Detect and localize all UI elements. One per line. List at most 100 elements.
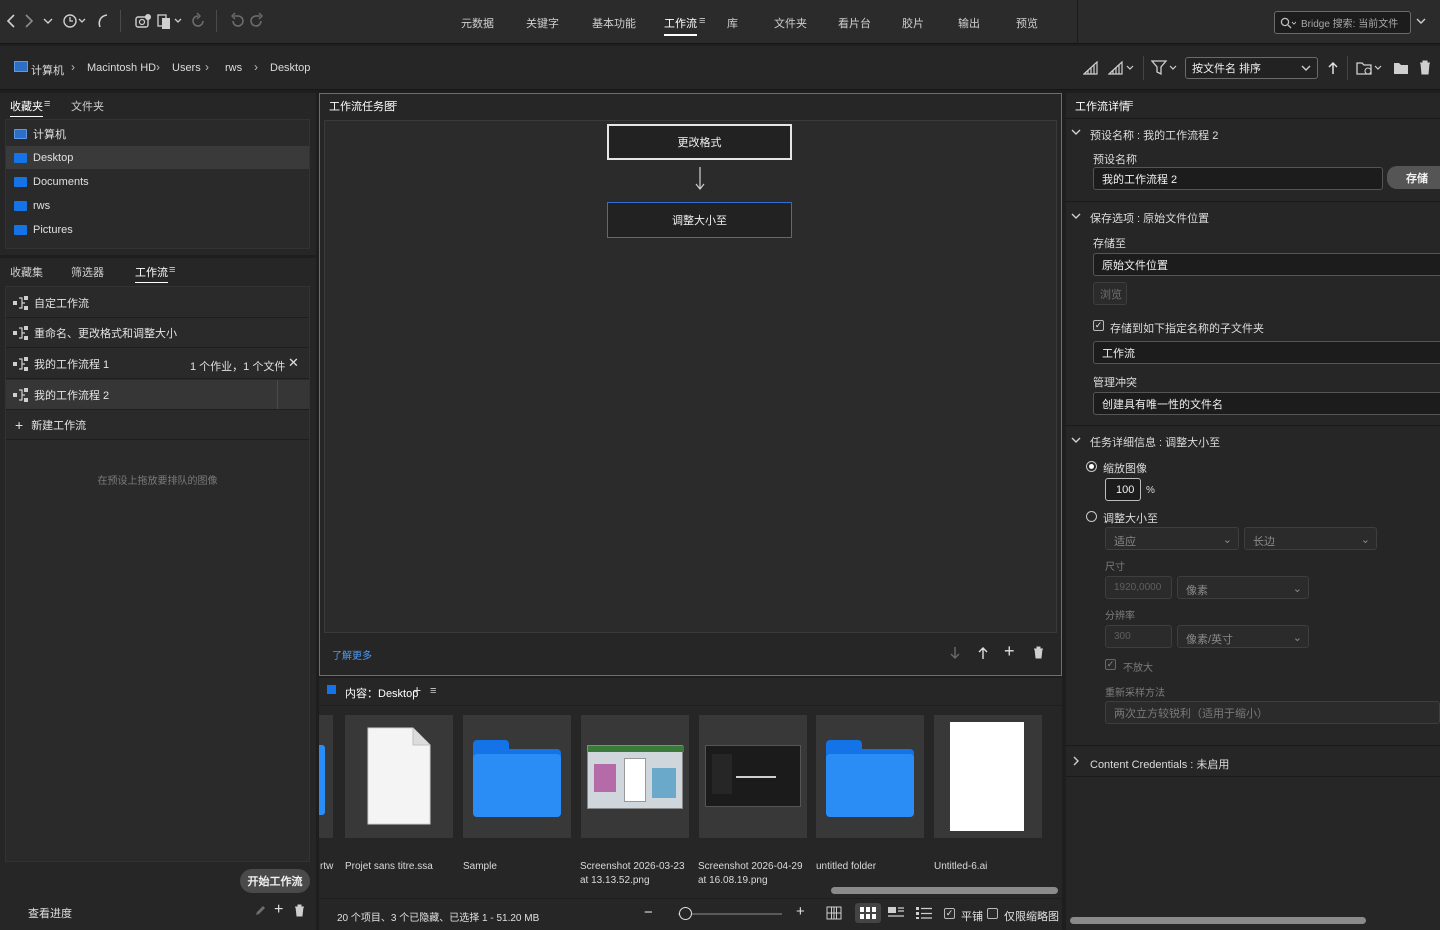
- tab-filmstrip[interactable]: 胶片: [902, 15, 924, 31]
- save-to-dropdown[interactable]: 原始文件位置: [1093, 253, 1440, 276]
- refresh-icon[interactable]: [190, 12, 206, 30]
- breadcrumb-macintosh-hd[interactable]: Macintosh HD: [87, 62, 156, 74]
- chevron-down-icon[interactable]: [43, 12, 53, 30]
- thumbnail-projet-sans-titre[interactable]: [345, 715, 453, 838]
- new-workflow-button[interactable]: + 新建工作流: [6, 410, 309, 440]
- breadcrumb-users[interactable]: Users: [172, 62, 201, 74]
- favorite-documents[interactable]: Documents: [6, 170, 309, 193]
- browse-button[interactable]: 浏览: [1093, 282, 1127, 305]
- tile-checkbox[interactable]: ✓: [944, 908, 955, 919]
- workflow-item-1[interactable]: 我的工作流程 1 1 个作业，1 个文件 ✕: [6, 349, 309, 379]
- content-credentials-header[interactable]: Content Credentials : 未启用: [1090, 756, 1229, 772]
- edge-dropdown[interactable]: 长边 ⌄: [1244, 527, 1377, 550]
- chevron-right-icon[interactable]: [1072, 756, 1080, 766]
- scale-image-radio[interactable]: [1086, 461, 1097, 472]
- zoom-slider-thumb[interactable]: [679, 907, 692, 920]
- preset-section-header[interactable]: 预设名称 : 我的工作流程 2: [1090, 127, 1218, 143]
- favorite-rws[interactable]: rws: [6, 194, 309, 217]
- thumbnail-rtw[interactable]: [319, 715, 333, 838]
- workflow-item-2[interactable]: 我的工作流程 2: [6, 380, 309, 410]
- move-up-icon[interactable]: [978, 646, 988, 660]
- start-workflow-button[interactable]: 开始工作流: [240, 869, 310, 893]
- chevron-down-icon[interactable]: [1071, 436, 1081, 444]
- add-task-icon[interactable]: +: [1004, 641, 1015, 662]
- fit-dropdown[interactable]: 适应 ⌄: [1105, 527, 1239, 550]
- thumbnails-only-checkbox[interactable]: [987, 908, 998, 919]
- copy-files-icon[interactable]: [156, 12, 184, 30]
- learn-more-link[interactable]: 了解更多: [332, 647, 372, 662]
- details-view-icon[interactable]: [888, 907, 904, 919]
- subfolder-name-input[interactable]: 工作流: [1093, 341, 1440, 364]
- open-recent-folder-icon[interactable]: [1356, 59, 1384, 77]
- rating-filter-icon[interactable]: [1108, 60, 1136, 76]
- thumbnail-screenshot-0429[interactable]: [699, 715, 807, 838]
- tab-favorites[interactable]: 收藏夹: [10, 98, 43, 117]
- dimensions-input[interactable]: 1920,0000: [1105, 576, 1172, 599]
- list-view-icon[interactable]: [916, 907, 932, 919]
- tab-workflow[interactable]: 工作流: [664, 15, 697, 36]
- rotate-left-icon[interactable]: [229, 12, 245, 30]
- favorite-computer[interactable]: 计算机: [6, 122, 309, 145]
- tab-collections[interactable]: 收藏集: [10, 264, 43, 280]
- tab-preview[interactable]: 预览: [1016, 15, 1038, 31]
- boomerang-icon[interactable]: [96, 12, 110, 30]
- favorite-pictures[interactable]: Pictures: [6, 218, 309, 241]
- tab-folders-panel[interactable]: 文件夹: [71, 98, 104, 114]
- sort-dropdown[interactable]: 按文件名 排序: [1185, 57, 1318, 79]
- task-node-change-format[interactable]: 更改格式: [607, 124, 792, 160]
- resize-to-radio[interactable]: [1086, 511, 1097, 522]
- tab-filter[interactable]: 筛选器: [71, 264, 104, 280]
- conflict-dropdown[interactable]: 创建具有唯一性的文件名: [1093, 392, 1440, 415]
- view-progress-link[interactable]: 查看进度: [28, 905, 72, 921]
- thumbnail-untitled-6-ai[interactable]: [934, 715, 1042, 838]
- content-scrollbar[interactable]: [831, 887, 1058, 894]
- tab-libraries[interactable]: 库: [727, 15, 738, 31]
- add-icon[interactable]: +: [274, 901, 283, 919]
- delete-task-icon[interactable]: [1033, 646, 1044, 659]
- workflow-item-rename-convert-resize[interactable]: 重命名、更改格式和调整大小: [6, 318, 309, 348]
- task-details-header[interactable]: 任务详细信息 : 调整大小至: [1090, 434, 1220, 450]
- rotate-right-icon[interactable]: [249, 12, 265, 30]
- resolution-input[interactable]: 300: [1105, 625, 1172, 648]
- delete-icon[interactable]: [1418, 59, 1432, 75]
- breadcrumb-desktop[interactable]: Desktop: [270, 62, 310, 74]
- tab-metadata[interactable]: 元数据: [461, 15, 494, 31]
- no-enlarge-checkbox[interactable]: ✓: [1105, 659, 1116, 670]
- resolution-unit-dropdown[interactable]: 像素/英寸 ⌄: [1177, 625, 1309, 648]
- move-down-icon[interactable]: [950, 646, 960, 660]
- zoom-in-icon[interactable]: +: [796, 903, 805, 920]
- chevron-down-icon[interactable]: [1071, 212, 1081, 220]
- delete-icon[interactable]: [294, 904, 305, 917]
- tab-keywords[interactable]: 关键字: [526, 15, 559, 31]
- edit-icon[interactable]: [254, 905, 266, 917]
- favorite-desktop[interactable]: Desktop: [6, 146, 309, 169]
- task-node-resize[interactable]: 调整大小至: [607, 202, 792, 238]
- workspace-menu-icon[interactable]: ≡: [699, 15, 705, 27]
- breadcrumb-computer[interactable]: 计算机: [31, 62, 64, 78]
- tab-light-table[interactable]: 看片台: [838, 15, 871, 31]
- chevron-down-icon[interactable]: [1071, 128, 1081, 136]
- recent-history-icon[interactable]: [62, 12, 88, 30]
- chevron-down-icon[interactable]: [1416, 14, 1426, 28]
- panel-menu-icon[interactable]: ≡: [1127, 98, 1133, 110]
- save-preset-button[interactable]: 存储: [1387, 166, 1440, 189]
- filter-icon[interactable]: [1151, 59, 1179, 77]
- zoom-out-icon[interactable]: −: [644, 904, 653, 921]
- details-scrollbar[interactable]: [1070, 917, 1366, 924]
- camera-download-icon[interactable]: [134, 12, 152, 30]
- scale-percent-input[interactable]: 100: [1105, 478, 1141, 501]
- sort-ascending-icon[interactable]: [1327, 60, 1339, 76]
- thumbnail-untitled-folder[interactable]: [816, 715, 924, 838]
- preset-name-input[interactable]: 我的工作流程 2: [1093, 167, 1383, 190]
- save-options-header[interactable]: 保存选项 : 原始文件位置: [1090, 210, 1209, 226]
- view-thumbnails-button[interactable]: [855, 903, 881, 923]
- panel-menu-icon[interactable]: ≡: [44, 98, 50, 110]
- subfolder-checkbox[interactable]: ✓: [1093, 320, 1104, 331]
- thumbnail-screenshot-0323[interactable]: [581, 715, 689, 838]
- new-folder-icon[interactable]: [1393, 60, 1409, 76]
- zoom-slider-track[interactable]: [678, 913, 782, 915]
- grid-lock-icon[interactable]: [826, 906, 842, 920]
- thumbnail-sample[interactable]: [463, 715, 571, 838]
- tab-folders[interactable]: 文件夹: [774, 15, 807, 31]
- panel-menu-icon[interactable]: ≡: [391, 98, 397, 110]
